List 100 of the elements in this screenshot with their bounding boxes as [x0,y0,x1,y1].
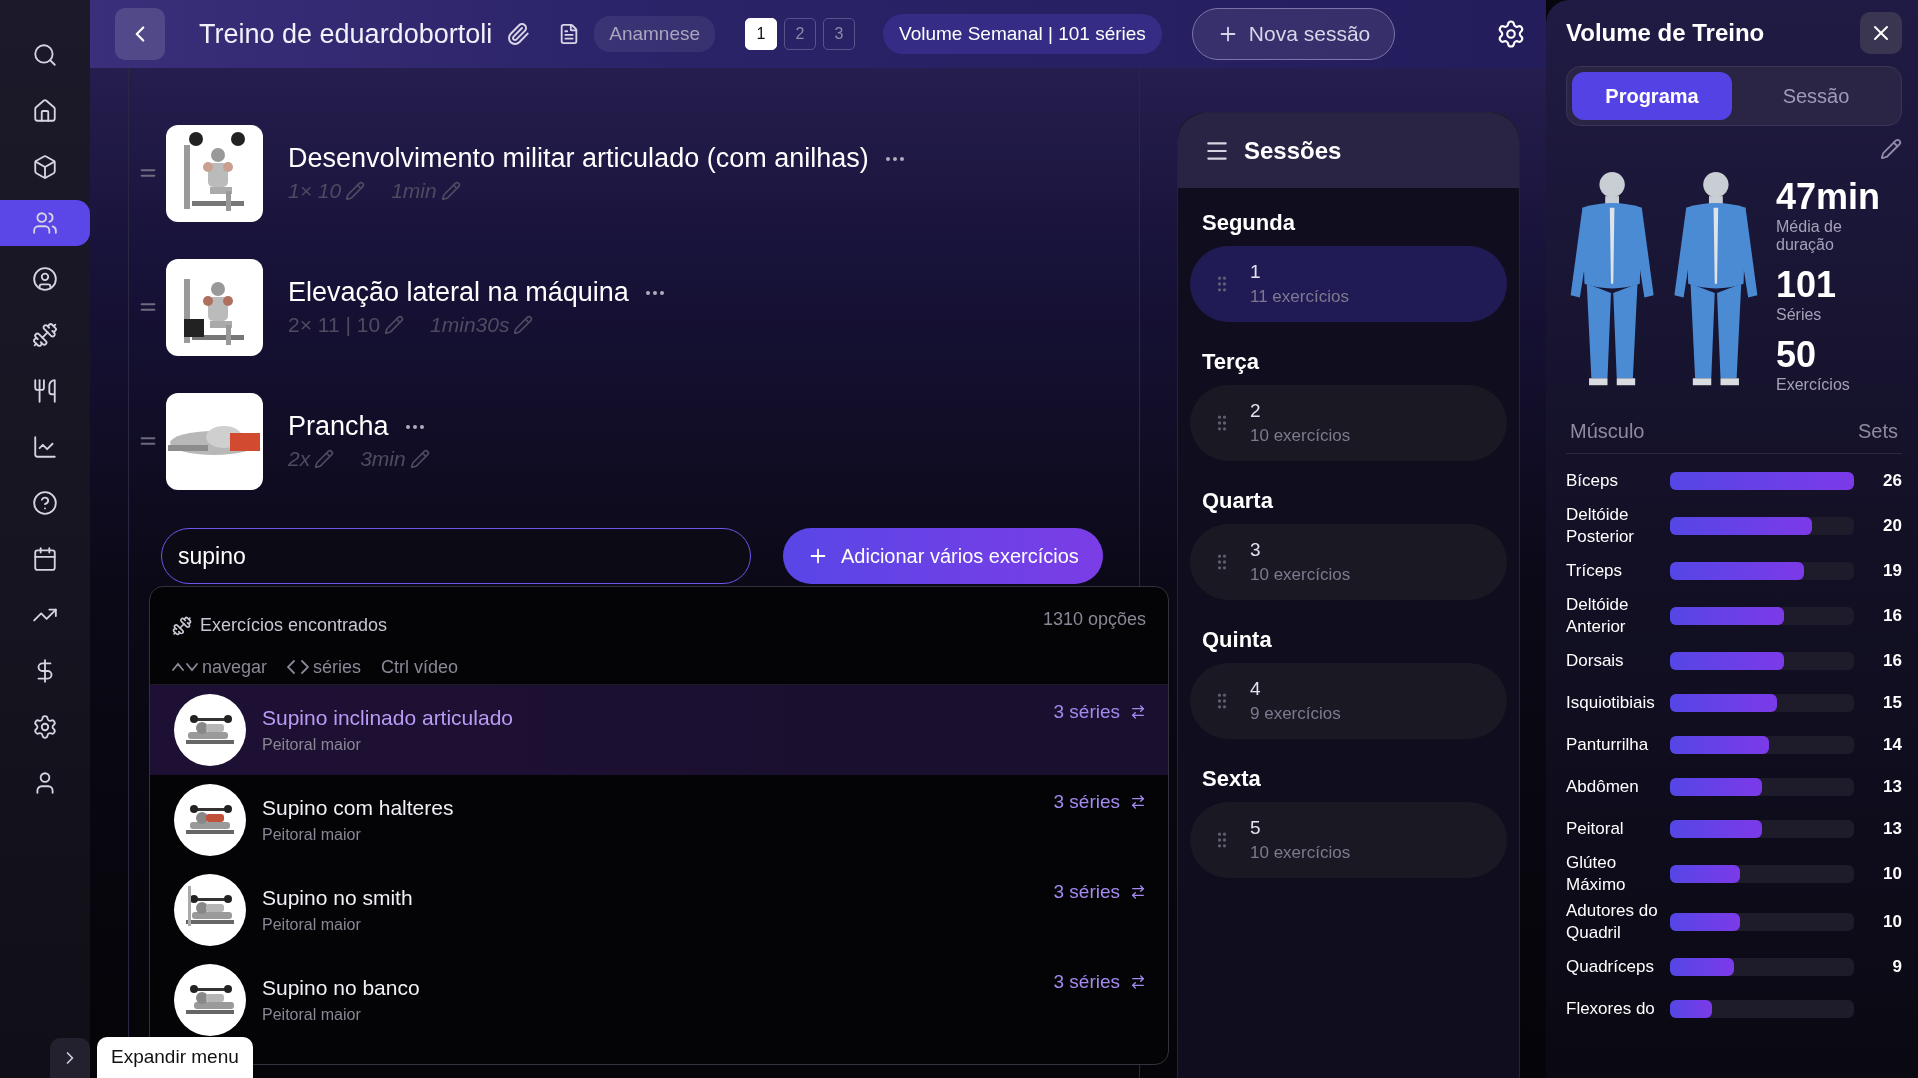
result-item[interactable]: Supino no smith Peitoral maior 3 séries [150,865,1168,955]
muscle-name: Peitoral [1566,818,1625,840]
back-button[interactable] [115,8,165,60]
swap-icon[interactable] [1130,974,1146,990]
muscle-name: Isquiotibiais [1566,692,1656,714]
pencil-icon[interactable] [1880,138,1902,160]
stat-label: Média de duração [1776,218,1843,254]
settings-icon[interactable] [1496,19,1526,49]
muscle-name: Adutores do Quadril [1566,900,1659,944]
session-card[interactable]: 1 11 exercícios [1190,246,1507,322]
sets-text: 2× 11 | 10 [288,313,381,337]
sets-count: 13 [1882,777,1902,797]
muscle-name: Deltóide Anterior [1566,594,1630,638]
series-text: 3 séries [1053,701,1120,723]
result-name: Supino com halteres [262,796,455,820]
session-number: 2 [1250,400,1262,422]
result-item[interactable]: Supino inclinado articulado Peitoral maior 3 séries [150,685,1168,775]
calendar-icon [32,546,58,572]
day-label: Segunda [1201,209,1296,237]
page-tab[interactable]: 3 [823,18,856,50]
series-text: 3 séries [1053,791,1120,813]
result-muscle: Peitoral maior [262,826,362,844]
result-item[interactable]: Supino com halteres Peitoral maior 3 séries [150,775,1168,865]
session-count: 10 exercícios [1250,843,1351,863]
result-muscle: Peitoral maior [262,916,362,934]
result-name: Supino no banco [262,976,421,1000]
sets-count: 19 [1882,561,1902,581]
close-button[interactable] [1860,12,1902,54]
series-text: 3 séries [1053,881,1120,903]
home-icon [32,98,58,124]
tab[interactable]: Programa [1572,72,1732,120]
new-session-button[interactable]: Nova sessão [1191,8,1396,60]
hint-text: Ctrl vídeo [381,656,459,678]
exercise-name: Elevação lateral na máquina [288,277,629,308]
panel-title: Volume de Treino [1566,19,1765,47]
day-label: Quinta [1201,626,1273,654]
tab[interactable]: Sessão [1736,72,1896,120]
dumbbell-icon [172,615,192,636]
muscle-name: Tríceps [1566,560,1624,582]
session-count: 10 exercícios [1250,565,1351,585]
exercise-name: Desenvolvimento militar articulado (com anilhas) [288,143,869,174]
column-header: Músculo [1570,420,1645,443]
session-count: 11 exercícios [1250,287,1349,307]
session-card[interactable]: 4 9 exercícios [1190,663,1507,739]
result-muscle: Peitoral maior [262,736,362,754]
rest-text: 1min30s [430,313,510,337]
sets-count: 20 [1882,516,1902,536]
day-label: Sexta [1201,765,1262,793]
swap-icon[interactable] [1130,884,1146,900]
page-tab[interactable]: 1 [745,18,778,50]
muscle-name: Abdômen [1566,776,1640,798]
day-label: Terça [1201,348,1261,376]
session-card[interactable]: 5 10 exercícios [1190,802,1507,878]
session-number: 3 [1250,539,1262,561]
session-number: 4 [1250,678,1262,700]
add-exercises-button[interactable]: Adicionar vários exercícios [783,528,1103,584]
muscle-name: Dorsais [1566,650,1625,672]
results-count: 1310 opções [1042,609,1146,631]
stat-value: 47min [1776,176,1881,218]
muscle-name: Panturrilha [1566,734,1650,756]
day-label: Quarta [1201,487,1274,515]
anamnese-button[interactable]: Anamnese [594,16,716,52]
result-name: Supino no smith [262,886,414,910]
sets-count: 16 [1882,651,1902,671]
nav-item[interactable] [0,200,90,246]
session-card[interactable]: 2 10 exercícios [1190,385,1507,461]
muscle-name: Deltóide Posterior [1566,504,1636,548]
muscle-name: Glúteo Máximo [1566,852,1627,896]
exercise-name: Prancha [288,411,389,442]
session-card[interactable]: 3 10 exercícios [1190,524,1507,600]
column-header: Sets [1857,420,1898,443]
left-right-icon [287,660,310,675]
session-count: 10 exercícios [1250,426,1351,446]
tooltip: Expandir menu [97,1037,253,1078]
stat-value: 50 [1776,334,1818,376]
sessions-title: Sessões [1244,136,1342,165]
volume-badge[interactable]: Volume Semanal | 101 séries [883,14,1162,54]
swap-icon[interactable] [1130,794,1146,810]
sets-text: 2x [288,447,311,471]
swap-icon[interactable] [1130,704,1146,720]
sets-count: 13 [1882,819,1902,839]
sets-count: 10 [1882,912,1902,932]
stat-value: 101 [1776,264,1838,306]
sets-count: 26 [1882,471,1902,491]
sets-count: 10 [1882,864,1902,884]
settings-icon [32,714,58,740]
results-title: Exercícios encontrados [200,615,388,637]
search-field[interactable]: supino [161,528,751,584]
muscle-name: Quadríceps [1566,956,1655,978]
box-icon [32,154,58,180]
hint-text: navegar [202,656,268,678]
up-down-icon [172,662,198,673]
paperclip-icon[interactable] [506,22,531,46]
sets-count: 16 [1882,606,1902,626]
result-muscle: Peitoral maior [262,1006,362,1024]
page-tab[interactable]: 2 [784,18,817,50]
utensils-icon [32,378,58,404]
muscle-name: Flexores do [1566,998,1656,1020]
session-number: 1 [1250,261,1262,283]
series-text: 3 séries [1053,971,1120,993]
